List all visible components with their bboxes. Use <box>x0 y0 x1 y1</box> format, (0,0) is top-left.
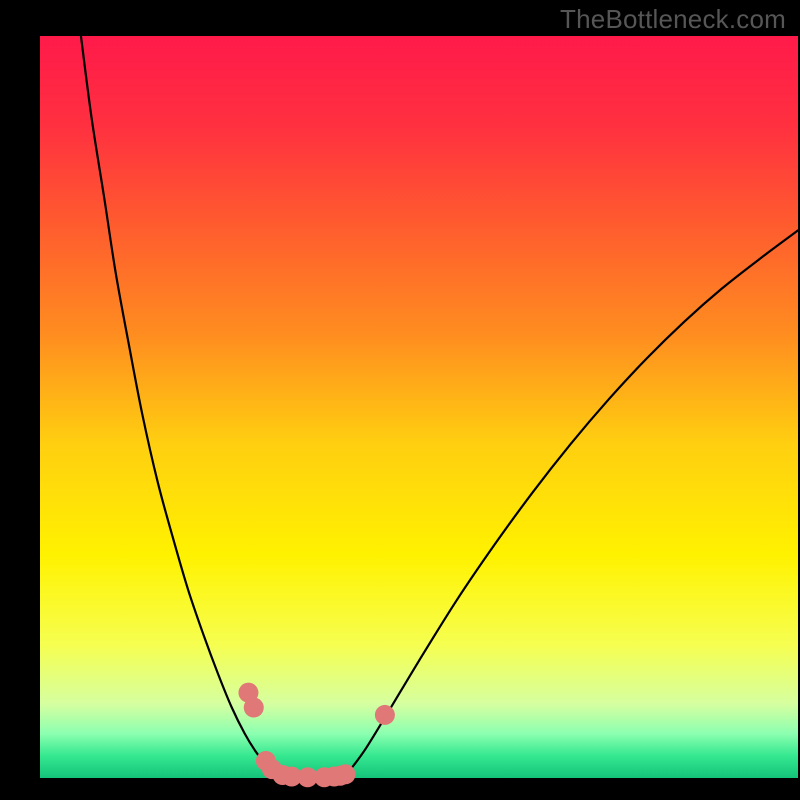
plot-background <box>40 36 798 778</box>
marker-point <box>244 698 264 718</box>
watermark-label: TheBottleneck.com <box>560 4 786 35</box>
bottleneck-chart <box>0 0 800 800</box>
marker-point <box>335 764 355 784</box>
marker-point <box>375 705 395 725</box>
chart-frame: TheBottleneck.com <box>0 0 800 800</box>
